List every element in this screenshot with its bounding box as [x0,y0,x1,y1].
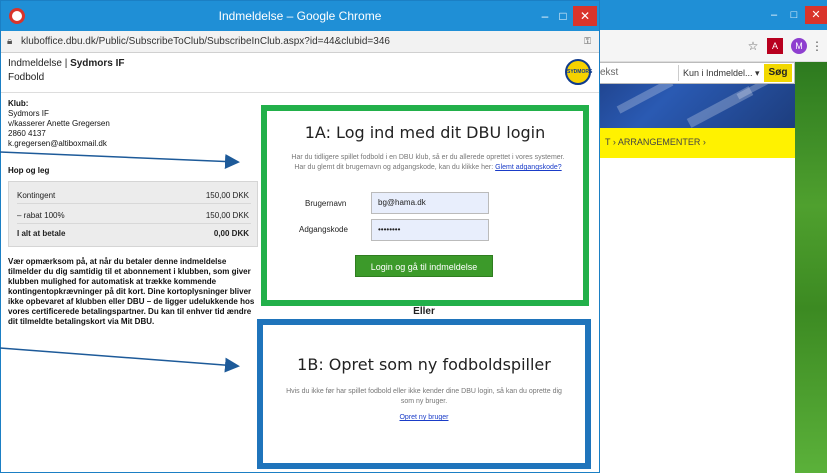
annotation-arrows [0,151,240,373]
arrow-to-signup-box [0,347,240,373]
arrow-to-login-box [0,151,240,169]
screenshot-root: – □ ✕ ☆ A M ⋮ ekst Kun i Indmeldel... ▾ … [0,0,827,473]
